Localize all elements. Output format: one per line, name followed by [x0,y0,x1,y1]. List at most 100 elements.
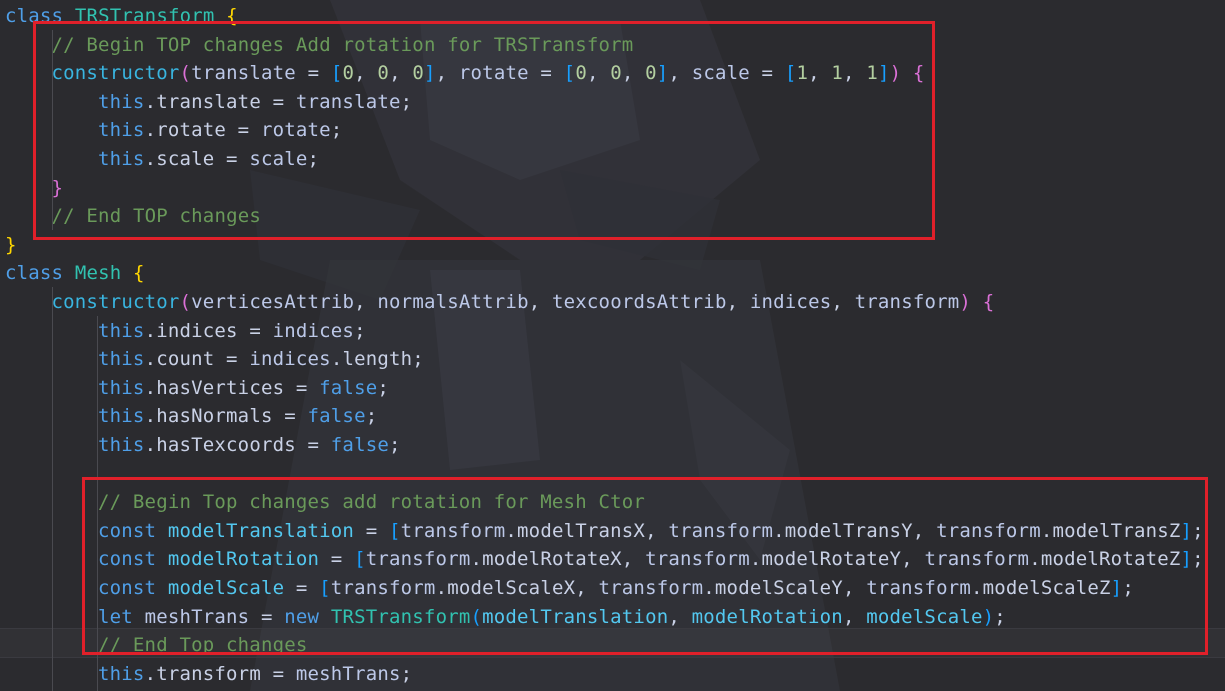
code-token: , [389,62,413,85]
code-token: transform [924,548,1030,571]
code-token: ; [365,405,378,428]
code-token: 0 [412,62,424,85]
code-token: .rotate = [144,119,261,142]
code-token: { [982,291,995,313]
code-token: class [5,5,75,27]
code-token: class [5,262,75,285]
code-token: .modelScaleX, [435,577,599,599]
code-token: [ [354,548,366,571]
code-token: , [668,62,692,85]
code-token: scale [249,148,308,170]
code-token: meshTrans [295,662,401,685]
code-line[interactable]: } [5,231,17,260]
code-token: , [668,605,692,628]
code-token: , [586,62,611,85]
code-line[interactable]: class TRSTransform { [5,2,238,31]
code-token: = [284,577,320,599]
code-token: .translate = [144,90,296,113]
code-token: = [528,62,564,85]
code-token: [ [784,62,797,85]
code-token: this [98,662,145,685]
code-line[interactable]: this.hasTexcoords = false; [98,431,401,460]
code-token: this [98,376,145,399]
code-token: verticesAttrib [191,291,355,313]
code-line[interactable]: // End Top changes [98,631,308,660]
code-line[interactable]: // Begin TOP changes Add rotation for TR… [52,31,634,60]
code-token: false [330,434,389,456]
code-token: .modelRotateZ [1029,548,1181,571]
code-token: const [98,519,168,542]
code-token: modelTranslation [167,519,355,542]
code-line[interactable]: this.translate = translate; [98,88,412,117]
code-line[interactable]: this.transform = meshTrans; [98,660,412,689]
code-token: ( [470,605,483,628]
code-line[interactable]: constructor(verticesAttrib, normalsAttri… [52,288,995,317]
code-line[interactable]: // End TOP changes [52,202,262,231]
code-token: = [319,548,355,571]
code-token: , [843,62,867,85]
code-token: .modelTransY, [773,519,937,542]
code-token: ; [400,90,413,113]
code-token: transform [365,548,471,571]
indent-guide [97,316,98,691]
code-token: constructor [51,291,180,313]
code-token: modelScale [167,577,285,599]
code-token: rotate [458,62,529,85]
code-token: .length; [330,348,424,371]
code-token: 0 [377,62,390,85]
code-token: .modelRotateX, [470,548,646,571]
code-token: new [284,605,331,628]
code-line[interactable]: const modelTranslation = [transform.mode… [98,517,1204,546]
indent-guide [52,287,53,691]
code-line[interactable]: this.rotate = rotate; [98,116,342,145]
code-token: ( [179,291,192,313]
code-token: , [528,291,552,313]
code-token: ] [877,62,890,85]
code-line[interactable]: const modelScale = [transform.modelScale… [98,574,1134,603]
code-token: ; [377,376,389,399]
code-token: ] [1110,577,1123,599]
code-token: transform [936,519,1041,542]
code-editor[interactable]: class TRSTransform {// Begin TOP changes… [0,0,1225,691]
code-token: 0 [342,62,355,85]
code-line[interactable]: this.scale = scale; [98,145,319,174]
code-token: indices [249,348,331,371]
code-token: , [435,62,459,85]
code-token: ] [656,62,669,85]
code-token: ; [994,605,1006,628]
code-line[interactable]: } [52,174,64,203]
code-line[interactable]: constructor(translate = [0, 0, 0], rotat… [52,59,925,88]
code-line[interactable]: class Mesh { [5,259,145,288]
code-token: = [295,62,331,85]
code-token: 0 [610,62,622,85]
code-token: normalsAttrib [377,291,529,313]
code-line[interactable]: this.hasVertices = false; [98,374,389,403]
code-token: indices [749,291,832,313]
code-token: this [98,434,145,456]
code-token: ; [1192,548,1204,571]
code-token: ; [389,434,401,456]
indent-guide [52,30,53,230]
code-line[interactable]: // Begin Top changes add rotation for Me… [98,488,645,517]
code-line[interactable]: const modelRotation = [transform.modelRo… [98,545,1204,574]
code-token: [ [389,519,401,542]
code-line[interactable]: this.count = indices.length; [98,345,424,374]
code-token: ; [400,662,413,685]
code-token: modelScale [866,605,983,628]
code-token: ] [1180,519,1193,542]
code-token: TRSTransform [74,5,215,27]
code-line[interactable]: let meshTrans = new TRSTransform(modelTr… [98,603,1006,632]
code-line[interactable]: this.indices = indices; [98,317,366,346]
code-token: Mesh [74,262,122,285]
code-token: [ [330,62,343,85]
code-token: scale [691,62,750,85]
code-token: ] [1180,548,1193,571]
code-token: , [354,62,378,85]
code-token: [ [319,577,331,599]
code-token: TRSTransform [330,605,471,628]
code-line[interactable]: this.hasNormals = false; [98,402,377,431]
code-token: ] [423,62,436,85]
code-token: // Begin TOP changes Add rotation for TR… [51,33,634,56]
code-token: translate [191,62,296,85]
code-token: , [842,605,867,628]
